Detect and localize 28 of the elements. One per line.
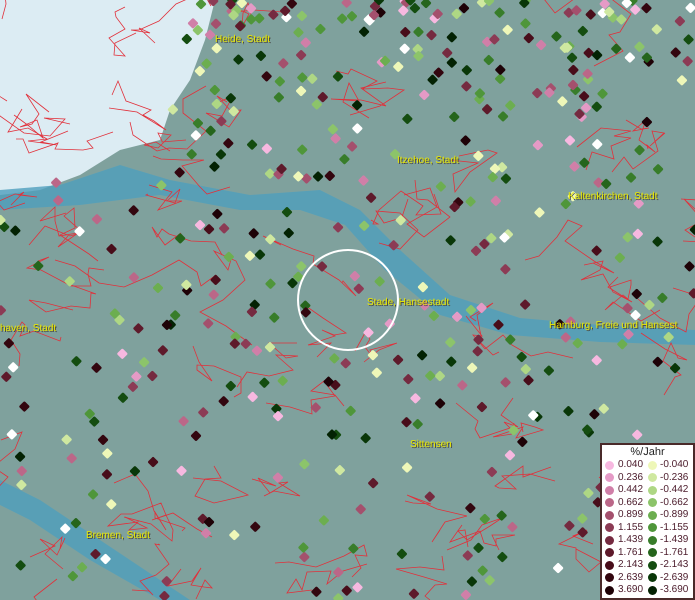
legend-value: -1.155 [660,522,688,533]
legend-value: -0.040 [660,460,688,470]
legend-value: -1.761 [660,548,688,558]
legend-value: -1.439 [660,535,688,546]
legend-value: -0.442 [660,485,688,496]
legend-value: 1.439 [618,535,644,546]
legend-value: 2.143 [618,560,644,570]
legend-value: -0.662 [660,498,688,508]
legend-value: 0.236 [618,472,644,483]
legend-value: -0.899 [660,510,688,520]
place-label: Bremen, Stadt [86,531,150,541]
legend-value: 0.442 [618,485,644,496]
legend-value: -2.143 [660,560,688,570]
legend-value: 0.899 [618,510,644,520]
place-label: Sittensen [410,440,452,450]
legend-value: 1.761 [618,548,644,558]
legend-value: -2.639 [660,572,688,583]
legend-value: 3.690 [618,585,644,596]
place-label: Stade, Hansestadt [367,298,450,308]
legend-value: -3.690 [660,585,688,596]
place-label: Heide, Stadt [215,35,270,45]
legend-value: 0.040 [618,460,644,470]
legend-value: 2.639 [618,572,644,583]
legend-value: -0.236 [660,472,688,483]
legend-value: 0.662 [618,498,644,508]
legend-title: %/Jahr [629,446,666,459]
place-label: Itzehoe, Stadt [397,156,459,166]
legend-value: 1.155 [618,522,644,533]
